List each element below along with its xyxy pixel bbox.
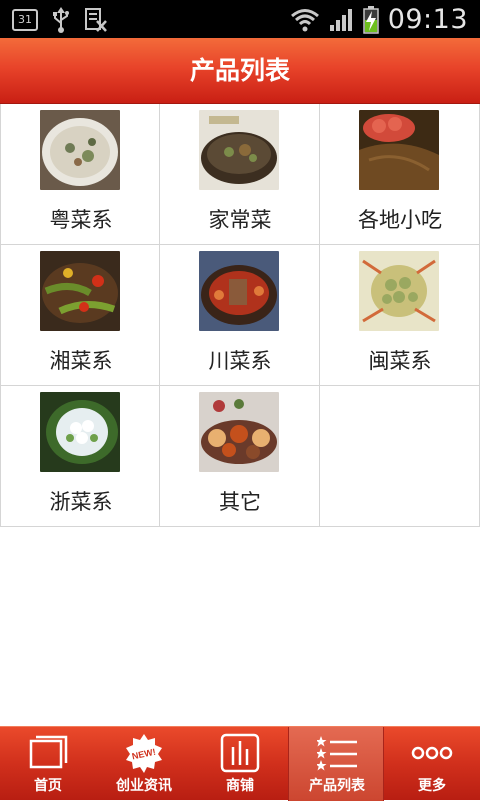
bottom-navigation-bar: 首页 NEW! 创业资讯 商铺 产品列表 更多	[0, 726, 480, 801]
grid-row: 浙菜系 其它	[0, 386, 480, 527]
nav-more[interactable]: 更多	[384, 727, 480, 801]
status-clock: 09:13	[387, 4, 468, 35]
dish-thumbnail	[40, 251, 120, 331]
category-item-zhe[interactable]: 浙菜系	[0, 386, 160, 527]
status-bar: 31 09:13	[0, 0, 480, 38]
dish-thumbnail	[40, 392, 120, 472]
keyboard-icon	[85, 8, 107, 32]
shop-bars-icon	[220, 733, 260, 773]
category-item-xiang[interactable]: 湘菜系	[0, 245, 160, 386]
nav-product-list[interactable]: 产品列表	[288, 727, 384, 801]
category-label: 湘菜系	[49, 349, 113, 373]
calendar-icon: 31	[12, 9, 38, 31]
nav-shops[interactable]: 商铺	[192, 727, 288, 801]
signal-icon	[329, 8, 352, 31]
category-label: 其它	[219, 490, 261, 514]
category-item-chuan[interactable]: 川菜系	[160, 245, 320, 386]
wifi-icon	[290, 8, 319, 31]
product-category-grid: 粤菜系 家常菜 各地小吃 湘菜系 川菜系 闽菜系 浙菜系 其它	[0, 104, 480, 527]
category-label: 家常菜	[208, 208, 272, 232]
empty-grid-cell	[320, 386, 480, 527]
more-dots-icon	[411, 746, 453, 760]
category-item-min[interactable]: 闽菜系	[320, 245, 480, 386]
status-right-icons: 09:13	[290, 4, 468, 35]
dish-thumbnail	[40, 110, 120, 190]
dish-thumbnail	[359, 251, 439, 331]
new-badge-icon: NEW!	[126, 734, 162, 773]
nav-business-news[interactable]: NEW! 创业资讯	[96, 727, 192, 801]
grid-row: 粤菜系 家常菜 各地小吃	[0, 104, 480, 245]
battery-charging-icon	[362, 5, 379, 34]
nav-product-list-label: 产品列表	[309, 778, 365, 794]
category-label: 粤菜系	[49, 208, 113, 232]
nav-more-label: 更多	[418, 778, 446, 794]
category-item-local-snacks[interactable]: 各地小吃	[320, 104, 480, 245]
category-label: 浙菜系	[49, 490, 113, 514]
category-item-home-style[interactable]: 家常菜	[160, 104, 320, 245]
home-pages-icon	[29, 735, 68, 769]
category-label: 闽菜系	[368, 349, 432, 373]
status-left-icons: 31	[12, 7, 108, 33]
dish-thumbnail	[199, 110, 279, 190]
category-item-yue[interactable]: 粤菜系	[0, 104, 160, 245]
dish-thumbnail	[199, 251, 279, 331]
usb-icon	[53, 7, 69, 33]
nav-home-label: 首页	[34, 778, 62, 794]
nav-shops-label: 商铺	[226, 778, 254, 794]
nav-home[interactable]: 首页	[0, 727, 96, 801]
category-label: 各地小吃	[358, 208, 442, 232]
category-label: 川菜系	[208, 349, 272, 373]
page-title: 产品列表	[189, 56, 290, 85]
title-bar: 产品列表	[0, 38, 480, 104]
dish-thumbnail	[359, 110, 439, 190]
dish-thumbnail	[199, 392, 279, 472]
grid-row: 湘菜系 川菜系 闽菜系	[0, 245, 480, 386]
category-item-other[interactable]: 其它	[160, 386, 320, 527]
nav-business-news-label: 创业资讯	[116, 778, 172, 794]
star-list-icon	[317, 736, 357, 771]
